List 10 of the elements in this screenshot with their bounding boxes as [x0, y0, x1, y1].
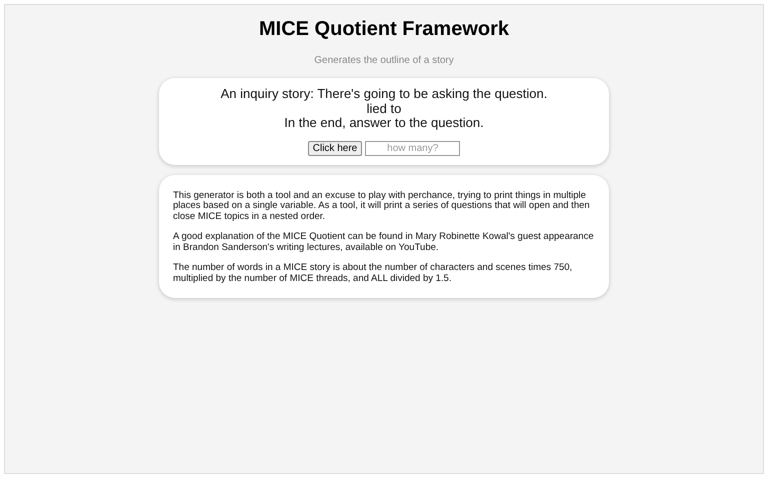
info-paragraph: The number of words in a MICE story is about the number of characters and scenes times 750, multiplied by the number of MICE threads, and ALL divided by 1.5.: [173, 263, 574, 284]
generate-button[interactable]: Click here: [308, 140, 362, 156]
count-field[interactable]: how many?: [365, 140, 460, 156]
story-line: An inquiry story: There's going to be asking the question.: [220, 87, 548, 102]
info-paragraph: A good explanation of the MICE Quotient can be found in Mary Robinette Kowal's guest appearance in Brandon Sanderson's writing lectures, available on YouTube.: [173, 232, 595, 253]
story-line: In the end, answer to the question.: [283, 116, 485, 130]
info-paragraph: This generator is both a tool and an excuse to play with perchance, trying to print things in multiple places based on a single variable. As a tool, it will print a series of questions that will open and then close MICE topics in a nested order.: [173, 190, 591, 222]
page-subtitle: Generates the outline of a story: [314, 55, 454, 66]
page-title: MICE Quotient Framework: [258, 18, 510, 41]
story-line: lied to: [366, 102, 402, 116]
